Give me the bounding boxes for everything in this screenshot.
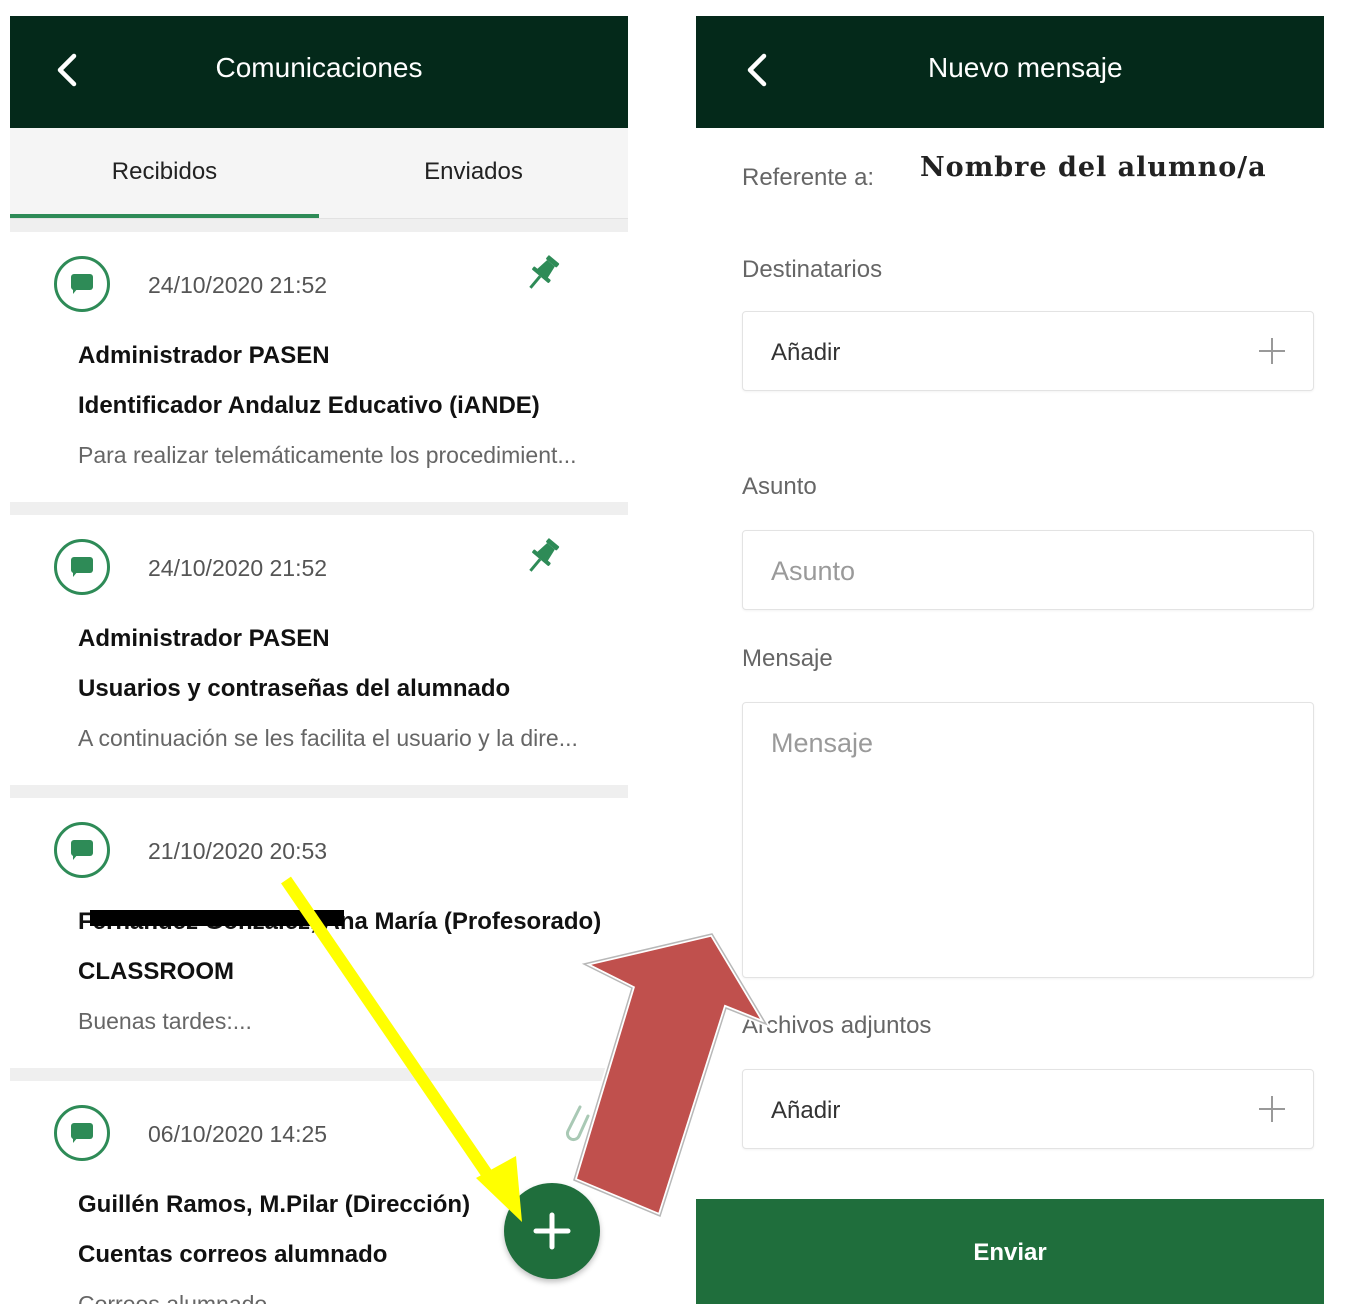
tab-recibidos[interactable]: Recibidos [10,158,319,186]
message-icon [54,822,110,878]
message-sender: Administrador PASEN [78,625,330,652]
message-subject: Usuarios y contraseñas del alumnado [78,675,511,702]
nuevo-mensaje-screen: Nuevo mensaje Referente a: Nombre del al… [696,16,1324,1304]
subject-label: Asunto [742,473,817,500]
message-placeholder: Mensaje [771,728,874,758]
message-textarea[interactable]: Mensaje [742,702,1314,978]
message-item[interactable]: 21/10/2020 20:53 Fernández González, Ana… [10,798,628,1068]
subject-input[interactable]: Asunto [742,530,1314,610]
reference-label: Referente a: [742,164,875,191]
tab-bar: Recibidos Enviados [10,128,628,219]
recipients-field[interactable]: Añadir [742,311,1314,391]
message-preview: Buenas tardes:... [78,1008,252,1034]
message-icon [54,1105,110,1161]
add-attachments-text: Añadir [771,1097,841,1124]
message-subject: Identificador Andaluz Educativo (iANDE) [78,392,540,419]
message-item[interactable]: 24/10/2020 21:52 Administrador PASEN Usu… [10,515,628,785]
message-date: 21/10/2020 20:53 [148,838,328,864]
send-button-label: Enviar [973,1239,1047,1266]
message-preview: Correos alumnado [78,1291,268,1304]
plus-icon[interactable] [1255,1092,1289,1126]
redaction-bar [90,910,344,926]
paperclip-icon [565,1105,590,1142]
plus-icon[interactable] [1255,334,1289,368]
back-arrow-icon[interactable] [742,50,772,90]
message-subject: CLASSROOM [78,958,234,985]
attachments-field[interactable]: Añadir [742,1069,1314,1149]
student-name: Nombre del alumno/a [920,152,1267,183]
pin-icon[interactable] [522,252,562,296]
page-title: Nuevo mensaje [928,52,1123,83]
message-sender: Administrador PASEN [78,342,330,369]
message-sender: Guillén Ramos, M.Pilar (Dirección) [78,1191,471,1218]
message-item[interactable]: 24/10/2020 21:52 Administrador PASEN Ide… [10,232,628,502]
attachments-label: Archivos adjuntos [742,1012,932,1039]
message-date: 24/10/2020 21:52 [148,555,328,581]
send-button[interactable]: Enviar [696,1199,1324,1304]
message-label: Mensaje [742,645,833,672]
app-bar: Nuevo mensaje [696,16,1324,128]
message-subject: Cuentas correos alumnado [78,1241,388,1268]
message-icon [54,539,110,595]
message-preview: A continuación se les facilita el usuari… [78,725,578,751]
comunicaciones-screen: Comunicaciones Recibidos Enviados 24/10/… [10,16,628,1304]
subject-placeholder: Asunto [771,556,856,586]
message-date: 24/10/2020 21:52 [148,272,328,298]
new-message-fab-button[interactable] [504,1183,600,1279]
message-date: 06/10/2020 14:25 [148,1121,328,1147]
plus-icon [533,1212,571,1250]
tab-enviados[interactable]: Enviados [319,158,628,186]
message-icon [54,256,110,312]
app-bar: Comunicaciones [10,16,628,128]
pin-icon[interactable] [522,535,562,579]
active-tab-indicator [10,214,319,218]
page-title: Comunicaciones [215,52,423,83]
message-preview: Para realizar telemáticamente los proced… [78,442,577,468]
recipients-label: Destinatarios [742,256,883,283]
add-recipients-text: Añadir [771,339,841,366]
